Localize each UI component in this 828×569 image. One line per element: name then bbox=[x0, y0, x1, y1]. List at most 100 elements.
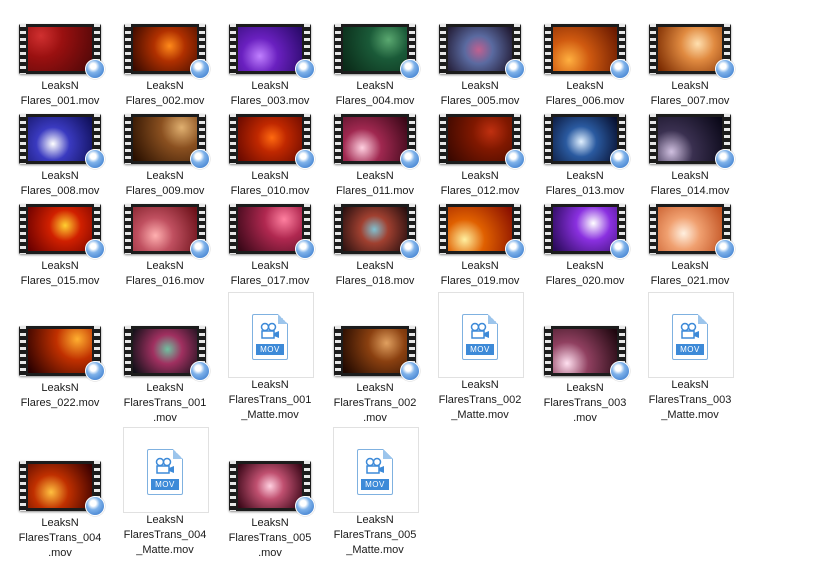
file-item[interactable]: LeaksN Flares_010.mov bbox=[220, 114, 320, 199]
file-item[interactable]: LeaksN Flares_019.mov bbox=[430, 204, 530, 289]
file-name-line-2: FlaresTrans_004 bbox=[18, 532, 102, 544]
file-item[interactable]: LeaksN Flares_008.mov bbox=[10, 114, 110, 199]
thumbnail-frame bbox=[553, 27, 617, 71]
thumbnail-frame bbox=[448, 207, 512, 251]
thumbnail-frame bbox=[658, 117, 722, 161]
file-item[interactable]: MOV LeaksN FlaresTrans_002 _Matte.mov bbox=[430, 314, 530, 423]
media-player-badge-icon bbox=[610, 239, 630, 259]
file-name-line-2: Flares_014.mov bbox=[650, 185, 730, 197]
film-perforation-left bbox=[650, 204, 656, 254]
file-item[interactable]: LeaksN Flares_009.mov bbox=[115, 114, 215, 199]
file-name-line-1: LeaksN bbox=[41, 170, 79, 182]
video-thumbnail bbox=[124, 24, 210, 79]
file-name-line-2: Flares_013.mov bbox=[545, 185, 625, 197]
file-name-line-2: Flares_007.mov bbox=[650, 95, 730, 107]
file-item[interactable]: LeaksN Flares_014.mov bbox=[640, 114, 740, 199]
file-item[interactable]: MOV LeaksN FlaresTrans_004 _Matte.mov bbox=[115, 449, 215, 558]
file-item[interactable]: LeaksN Flares_011.mov bbox=[325, 114, 425, 199]
media-player-badge-icon bbox=[715, 149, 735, 169]
file-item[interactable]: LeaksN Flares_022.mov bbox=[10, 326, 110, 411]
video-thumbnail bbox=[439, 204, 525, 259]
file-name-line-1: LeaksN bbox=[566, 80, 604, 92]
film-perforation-left bbox=[440, 114, 446, 164]
file-name: LeaksN Flares_022.mov bbox=[10, 381, 110, 411]
file-item[interactable]: LeaksN Flares_006.mov bbox=[535, 24, 635, 109]
video-thumbnail bbox=[334, 326, 420, 381]
file-name: LeaksN Flares_009.mov bbox=[115, 169, 215, 199]
file-item[interactable]: MOV LeaksN FlaresTrans_003 _Matte.mov bbox=[640, 314, 740, 423]
media-player-badge-icon bbox=[400, 149, 420, 169]
media-player-badge-icon bbox=[715, 239, 735, 259]
camera-icon bbox=[260, 322, 279, 339]
file-name-line-1: LeaksN bbox=[41, 382, 79, 394]
file-item[interactable]: MOV LeaksN FlaresTrans_001 _Matte.mov bbox=[220, 314, 320, 423]
file-name-line-2: Flares_006.mov bbox=[545, 95, 625, 107]
file-item[interactable]: LeaksN FlaresTrans_001 .mov bbox=[115, 326, 215, 426]
file-name-line-1: LeaksN bbox=[461, 260, 499, 272]
file-name-line-2: Flares_001.mov bbox=[20, 95, 100, 107]
file-name-line-2: Flares_003.mov bbox=[230, 95, 310, 107]
file-item[interactable]: LeaksN Flares_003.mov bbox=[220, 24, 320, 109]
file-item[interactable]: LeaksN Flares_004.mov bbox=[325, 24, 425, 109]
file-item[interactable]: LeaksN Flares_015.mov bbox=[10, 204, 110, 289]
file-name: LeaksN Flares_018.mov bbox=[325, 259, 425, 289]
video-thumbnail bbox=[124, 204, 210, 259]
file-item[interactable]: LeaksN FlaresTrans_005 .mov bbox=[220, 461, 320, 561]
file-item[interactable]: LeaksN Flares_020.mov bbox=[535, 204, 635, 289]
file-name-line-2: Flares_016.mov bbox=[125, 275, 205, 287]
file-item[interactable]: LeaksN Flares_002.mov bbox=[115, 24, 215, 109]
file-item[interactable]: MOV LeaksN FlaresTrans_005 _Matte.mov bbox=[325, 449, 425, 558]
file-name-line-2: FlaresTrans_003 bbox=[648, 394, 732, 406]
film-perforation-left bbox=[230, 24, 236, 74]
video-thumbnail bbox=[19, 461, 105, 516]
file-name-line-3: _Matte.mov bbox=[241, 409, 299, 421]
file-name: LeaksN Flares_001.mov bbox=[10, 79, 110, 109]
file-item[interactable]: LeaksN FlaresTrans_002 .mov bbox=[325, 326, 425, 426]
file-name-line-1: LeaksN bbox=[146, 514, 184, 526]
file-item[interactable]: LeaksN Flares_016.mov bbox=[115, 204, 215, 289]
video-thumbnail bbox=[544, 326, 630, 381]
film-perforation-left bbox=[20, 461, 26, 511]
file-name-line-2: FlaresTrans_003 bbox=[543, 397, 627, 409]
file-name: LeaksN FlaresTrans_001 _Matte.mov bbox=[220, 378, 320, 423]
camera-icon bbox=[470, 322, 489, 339]
video-thumbnail bbox=[334, 24, 420, 79]
file-item[interactable]: LeaksN Flares_017.mov bbox=[220, 204, 320, 289]
file-name: LeaksN Flares_005.mov bbox=[430, 79, 530, 109]
thumbnail-frame bbox=[238, 117, 302, 161]
file-name: LeaksN Flares_019.mov bbox=[430, 259, 530, 289]
file-item[interactable]: LeaksN Flares_013.mov bbox=[535, 114, 635, 199]
file-item[interactable]: LeaksN Flares_021.mov bbox=[640, 204, 740, 289]
film-perforation-left bbox=[125, 114, 131, 164]
file-name: LeaksN Flares_011.mov bbox=[325, 169, 425, 199]
file-item[interactable]: LeaksN FlaresTrans_003 .mov bbox=[535, 326, 635, 426]
film-perforation-left bbox=[125, 204, 131, 254]
file-name-line-1: LeaksN bbox=[41, 517, 79, 529]
thumbnail-frame bbox=[343, 207, 407, 251]
file-name: LeaksN Flares_002.mov bbox=[115, 79, 215, 109]
file-name: LeaksN FlaresTrans_002 _Matte.mov bbox=[430, 378, 530, 423]
film-perforation-left bbox=[335, 114, 341, 164]
video-thumbnail bbox=[229, 24, 315, 79]
file-extension-label: MOV bbox=[361, 479, 389, 490]
file-name-line-2: Flares_010.mov bbox=[230, 185, 310, 197]
thumbnail-frame bbox=[553, 329, 617, 373]
file-item[interactable]: LeaksN Flares_001.mov bbox=[10, 24, 110, 109]
file-name: LeaksN Flares_007.mov bbox=[640, 79, 740, 109]
file-item[interactable]: LeaksN Flares_018.mov bbox=[325, 204, 425, 289]
file-name-line-3: .mov bbox=[573, 412, 597, 424]
media-player-badge-icon bbox=[610, 361, 630, 381]
media-player-badge-icon bbox=[295, 149, 315, 169]
file-item[interactable]: LeaksN Flares_012.mov bbox=[430, 114, 530, 199]
film-perforation-left bbox=[335, 204, 341, 254]
file-name-line-2: FlaresTrans_005 bbox=[333, 529, 417, 541]
video-document-icon: MOV bbox=[672, 314, 708, 360]
file-item[interactable]: LeaksN Flares_007.mov bbox=[640, 24, 740, 109]
file-name: LeaksN FlaresTrans_005 .mov bbox=[220, 516, 320, 561]
file-name-line-3: .mov bbox=[153, 412, 177, 424]
video-document-icon: MOV bbox=[462, 314, 498, 360]
file-item[interactable]: LeaksN Flares_005.mov bbox=[430, 24, 530, 109]
file-item[interactable]: LeaksN FlaresTrans_004 .mov bbox=[10, 461, 110, 561]
video-thumbnail bbox=[19, 114, 105, 169]
file-name: LeaksN Flares_015.mov bbox=[10, 259, 110, 289]
